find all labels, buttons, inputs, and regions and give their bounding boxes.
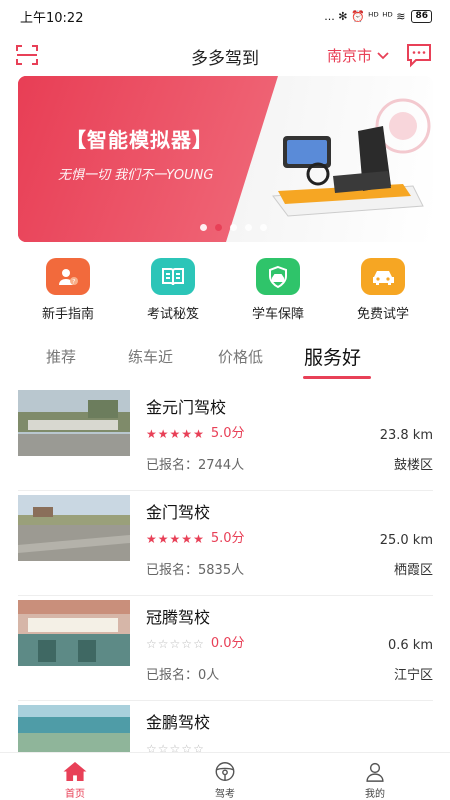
rating-score: 0.0分 xyxy=(210,636,245,651)
district: 栖霞区 xyxy=(393,563,433,578)
banner-title: 【智能模拟器】 xyxy=(66,128,213,152)
chevron-down-icon xyxy=(377,51,389,59)
quick-nav-label: 免费试学 xyxy=(356,307,409,322)
signed-count: 已报名：2744人 xyxy=(146,458,245,473)
star-icon: ★ xyxy=(193,532,204,546)
tabbar-label: 我的 xyxy=(365,789,385,800)
star-empty-icon: ☆ xyxy=(146,637,157,651)
home-icon xyxy=(63,761,87,782)
star-empty-icon: ☆ xyxy=(193,637,204,651)
city-label: 南京市 xyxy=(327,47,373,65)
star-empty-icon: ☆ xyxy=(169,637,181,651)
bottom-tab-bar: 首页 驾考 我的 xyxy=(0,752,450,800)
school-photo xyxy=(18,390,130,456)
message-button[interactable] xyxy=(405,42,433,68)
user-icon xyxy=(366,762,384,782)
car-icon xyxy=(361,258,405,295)
quick-nav-label: 考试秘笈 xyxy=(146,307,199,322)
school-name: 冠腾驾校 xyxy=(146,608,211,627)
svg-text:?: ? xyxy=(72,278,75,285)
school-name: 金鹏驾校 xyxy=(146,713,211,732)
battery-icon: 86 xyxy=(411,9,432,23)
rating: ☆ ☆ ☆ ☆ ☆ 0.0分 xyxy=(146,636,245,652)
signed-count: 已报名：0人 xyxy=(146,668,220,683)
steering-wheel-icon xyxy=(215,762,235,781)
star-icon: ★ xyxy=(169,427,181,441)
tabbar-label: 驾考 xyxy=(215,789,235,800)
school-card[interactable]: 冠腾驾校 ☆ ☆ ☆ ☆ ☆ 0.0分 0.6 km 已报名：0人 江宁区 xyxy=(18,596,433,701)
quick-nav-guarantee[interactable]: 学车保障 xyxy=(228,258,328,322)
quick-nav-exam-tips[interactable]: 考试秘笈 xyxy=(123,258,223,322)
tab-recommend[interactable]: 推荐 xyxy=(46,346,76,367)
tabbar-label: 首页 xyxy=(65,789,85,800)
tab-low-price[interactable]: 价格低 xyxy=(218,346,263,367)
banner-pagination xyxy=(200,224,267,231)
status-icons: ... ✻ ⏰ ᴴᴰ ᴴᴰ ≋ 86 xyxy=(324,9,432,23)
quick-nav: ? 新手指南 考试秘笈 学车保障 免费试学 xyxy=(18,258,433,322)
quick-nav-free-trial[interactable]: 免费试学 xyxy=(333,258,433,322)
star-empty-icon: ☆ xyxy=(157,637,169,651)
pagination-dot[interactable] xyxy=(245,224,252,231)
tabbar-mine[interactable]: 我的 xyxy=(325,753,425,800)
distance: 0.6 km xyxy=(388,638,433,653)
star-icon: ★ xyxy=(181,427,193,441)
filter-tabs: 推荐 练车近 价格低 服务好 xyxy=(18,340,433,382)
tabbar-exam[interactable]: 驾考 xyxy=(175,753,275,800)
star-icon: ★ xyxy=(157,427,169,441)
school-photo xyxy=(18,600,130,666)
shield-car-icon xyxy=(256,258,300,295)
star-icon: ★ xyxy=(193,427,204,441)
rating-score: 5.0分 xyxy=(210,531,245,546)
book-icon xyxy=(151,258,195,295)
banner-background xyxy=(18,76,278,242)
status-indicators: ... ✻ ⏰ ᴴᴰ ᴴᴰ ≋ xyxy=(324,9,406,23)
star-icon: ★ xyxy=(146,532,157,546)
pagination-dot[interactable] xyxy=(215,224,222,231)
pagination-dot[interactable] xyxy=(230,224,237,231)
district: 鼓楼区 xyxy=(393,458,433,473)
status-bar: 上午10:22 ... ✻ ⏰ ᴴᴰ ᴴᴰ ≋ 86 xyxy=(0,0,450,32)
driving-simulator-image xyxy=(272,98,431,217)
quick-nav-guide[interactable]: ? 新手指南 xyxy=(18,258,118,322)
active-tab-indicator xyxy=(303,376,371,379)
rating: ★ ★ ★ ★ ★ 5.0分 xyxy=(146,531,245,547)
school-name: 金门驾校 xyxy=(146,503,211,522)
signed-count: 已报名：5835人 xyxy=(146,563,245,578)
guide-user-icon: ? xyxy=(46,258,90,295)
star-icon: ★ xyxy=(146,427,157,441)
city-selector[interactable]: 南京市 xyxy=(327,45,390,66)
school-card[interactable]: 金元门驾校 ★ ★ ★ ★ ★ 5.0分 23.8 km 已报名：2744人 鼓楼区 xyxy=(18,386,433,491)
star-icon: ★ xyxy=(169,532,181,546)
top-header: 多多驾到 南京市 xyxy=(0,36,450,74)
tab-good-service[interactable]: 服务好 xyxy=(304,343,361,370)
tab-nearby[interactable]: 练车近 xyxy=(128,346,173,367)
school-photo xyxy=(18,495,130,561)
pagination-dot[interactable] xyxy=(200,224,207,231)
star-empty-icon: ☆ xyxy=(181,637,193,651)
district: 江宁区 xyxy=(393,668,433,683)
banner-slogan: 无惧一切 我们不一YOUNG xyxy=(58,168,214,183)
rating-score: 5.0分 xyxy=(210,426,245,441)
star-icon: ★ xyxy=(157,532,169,546)
school-name: 金元门驾校 xyxy=(146,398,227,417)
distance: 25.0 km xyxy=(379,533,433,548)
pagination-dot[interactable] xyxy=(260,224,267,231)
school-card[interactable]: 金门驾校 ★ ★ ★ ★ ★ 5.0分 25.0 km 已报名：5835人 栖霞区 xyxy=(18,491,433,596)
promo-banner[interactable]: 【智能模拟器】 无惧一切 我们不一YOUNG xyxy=(18,76,433,242)
star-icon: ★ xyxy=(181,532,193,546)
quick-nav-label: 学车保障 xyxy=(251,307,304,322)
tabbar-home[interactable]: 首页 xyxy=(25,753,125,800)
rating: ★ ★ ★ ★ ★ 5.0分 xyxy=(146,426,245,442)
status-time: 上午10:22 xyxy=(20,10,84,26)
distance: 23.8 km xyxy=(379,428,433,443)
message-icon xyxy=(407,44,431,68)
quick-nav-label: 新手指南 xyxy=(41,307,94,322)
